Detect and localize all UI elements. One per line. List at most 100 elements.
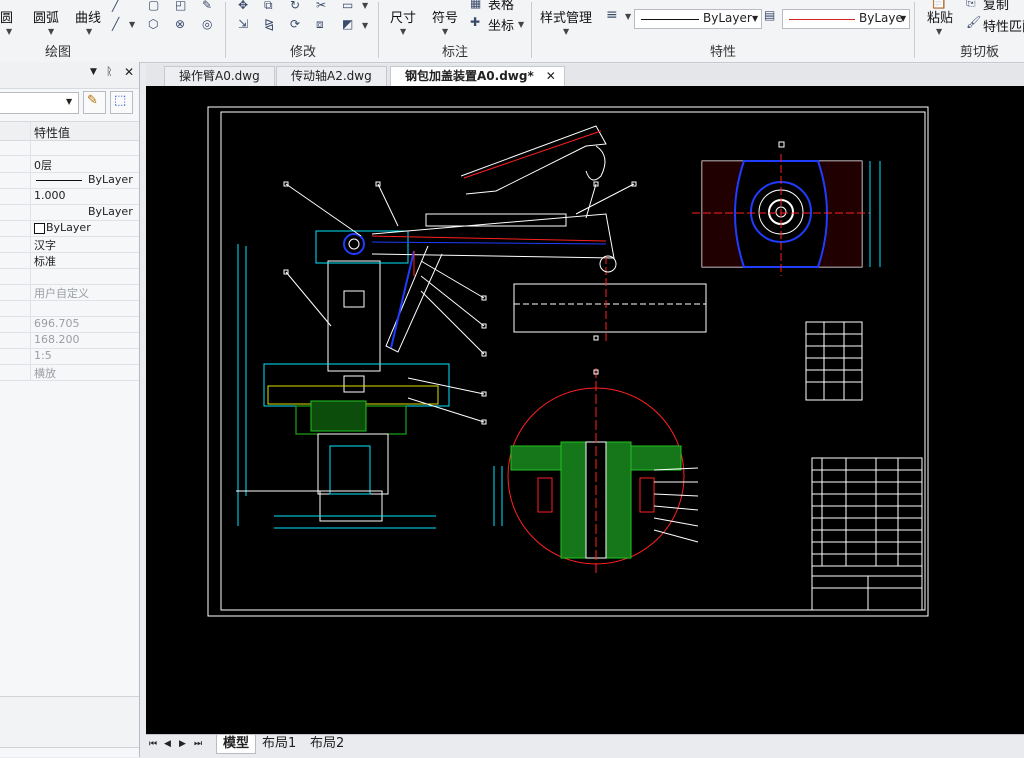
chevron-down-icon[interactable]: ▼ <box>129 20 135 29</box>
select-objects-icon: ⬚ <box>114 93 127 108</box>
chevron-down-icon[interactable]: ▼ <box>400 27 406 36</box>
table-button[interactable]: 表格 <box>488 0 514 13</box>
width-value: 696.705 <box>34 317 80 330</box>
chevron-down-icon[interactable]: ▼ <box>66 97 72 106</box>
rectangle-icon[interactable]: ▢ <box>148 0 159 12</box>
property-row[interactable] <box>0 268 139 285</box>
stretch-icon[interactable]: ⇲ <box>238 17 248 31</box>
hatch-icon[interactable]: ◰ <box>175 0 186 12</box>
chevron-down-icon[interactable]: ▼ <box>6 27 12 36</box>
document-tabs: 操作臂A0.dwg 传动轴A2.dwg 钢包加盖装置A0.dwg* ✕ <box>146 64 1024 86</box>
close-tab-icon[interactable]: ✕ <box>546 67 556 86</box>
chevron-down-icon[interactable]: ▼ <box>518 20 524 29</box>
curve-button[interactable]: 曲线 <box>75 7 101 26</box>
tab-ladle-cover[interactable]: 钢包加盖装置A0.dwg* ✕ <box>390 66 565 86</box>
copy-button[interactable]: 复制 <box>983 0 1009 13</box>
linetype-manager-icon[interactable]: ▤ <box>764 8 775 22</box>
circle-button[interactable]: 圆 <box>0 7 13 26</box>
next-layout-icon[interactable]: ▶ <box>179 735 186 753</box>
drawing-canvas[interactable] <box>146 86 1024 734</box>
property-row[interactable]: 168.200 <box>0 332 139 349</box>
property-row[interactable]: ByLayer <box>0 172 139 189</box>
property-row[interactable]: 横放 <box>0 364 139 381</box>
erase-icon[interactable]: ▭ <box>342 0 353 12</box>
rotate-icon[interactable]: ⟳ <box>290 17 300 31</box>
mirror-icon[interactable]: ⧎ <box>264 17 274 31</box>
linetype-scale-value: 1.000 <box>34 189 66 202</box>
orientation-value: 横放 <box>34 367 56 380</box>
panel-spacer-row <box>0 140 139 156</box>
color-select[interactable]: ByLaye ▼ <box>782 9 910 29</box>
chevron-down-icon[interactable]: ▼ <box>48 27 54 36</box>
property-row[interactable]: ByLayer <box>0 220 139 237</box>
chevron-down-icon[interactable]: ▼ <box>936 27 942 36</box>
property-row[interactable]: 0层 <box>0 156 139 173</box>
property-row[interactable]: 696.705 <box>0 316 139 333</box>
property-row[interactable]: 用户自定义 <box>0 284 139 301</box>
chevron-down-icon[interactable]: ▼ <box>625 12 631 21</box>
pen-icon[interactable]: ✎ <box>202 0 212 12</box>
shapes-icon[interactable]: ⊗ <box>175 17 185 31</box>
match-properties-button[interactable]: 特性匹配 <box>983 16 1024 35</box>
explode-icon[interactable]: ◩ <box>342 17 353 31</box>
paper-size-value: 用户自定义 <box>34 287 89 300</box>
paste-button[interactable]: 粘贴 <box>927 7 953 26</box>
match-properties-icon[interactable]: 🖌 <box>966 15 981 29</box>
tab-layout2[interactable]: 布局2 <box>310 735 344 753</box>
coordinate-icon[interactable]: ✚ <box>470 15 480 29</box>
rotate-icon[interactable]: ↻ <box>290 0 300 12</box>
last-layout-icon[interactable]: ⏭ <box>194 735 202 753</box>
table-icon[interactable]: ▦ <box>470 0 481 10</box>
arc-button[interactable]: 圆弧 <box>33 7 59 26</box>
region-icon[interactable]: ⬡ <box>148 17 158 31</box>
linetype-select[interactable]: ByLayer ▼ <box>634 9 762 29</box>
tab-drive-shaft[interactable]: 传动轴A2.dwg <box>276 66 387 86</box>
property-row[interactable]: 1:5 <box>0 348 139 365</box>
offset-icon[interactable]: ⧈ <box>316 17 324 32</box>
height-value: 168.200 <box>34 333 80 346</box>
select-filter-icon: ✎ <box>87 93 98 108</box>
trim-icon[interactable]: ✂ <box>316 0 326 12</box>
first-layout-icon[interactable]: ⏮ <box>149 735 157 753</box>
top-view <box>692 141 881 276</box>
lineweight-icon[interactable]: ≡ <box>606 7 618 23</box>
chevron-down-icon[interactable]: ▼ <box>362 21 368 30</box>
symbol-button[interactable]: 符号 <box>432 7 458 26</box>
property-row[interactable]: 1.000 <box>0 188 139 205</box>
property-row[interactable]: 标准 <box>0 252 139 269</box>
object-select[interactable]: ▼ <box>0 92 79 114</box>
property-row[interactable]: 汉字 <box>0 236 139 253</box>
annotate-group-label: 标注 <box>442 45 469 60</box>
tab-operation-arm[interactable]: 操作臂A0.dwg <box>164 66 275 86</box>
chevron-down-icon[interactable]: ▼ <box>442 27 448 36</box>
chevron-down-icon[interactable]: ▼ <box>86 27 92 36</box>
coordinate-button[interactable]: 坐标 <box>488 15 514 34</box>
property-row[interactable]: ByLayer <box>0 204 139 221</box>
prev-layout-icon[interactable]: ◀ <box>164 735 171 753</box>
style-manager-button[interactable]: 样式管理 <box>540 7 592 26</box>
scale-value: 1:5 <box>34 349 52 362</box>
title-block <box>811 457 923 611</box>
tab-model[interactable]: 模型 <box>216 735 257 754</box>
pin-icon[interactable]: ᚱ <box>106 65 113 78</box>
chevron-down-icon[interactable]: ▼ <box>563 27 569 36</box>
select-objects-button[interactable]: ⬚ <box>110 91 133 114</box>
polyline-icon[interactable]: ╱ <box>112 17 119 31</box>
copy-object-icon[interactable]: ⧉ <box>264 0 273 13</box>
quick-select-button[interactable]: ✎ <box>83 91 106 114</box>
close-icon[interactable]: ✕ <box>124 65 134 79</box>
dimension-button[interactable]: 尺寸 <box>390 7 416 26</box>
panel-header-row: 特性值 <box>0 121 139 141</box>
move-icon[interactable]: ✥ <box>238 0 248 12</box>
copy-icon[interactable]: ⎘ <box>966 0 976 10</box>
chevron-down-icon[interactable]: ▼ <box>362 1 368 10</box>
modify-group-label: 修改 <box>290 45 317 60</box>
font-value: 汉字 <box>34 239 56 252</box>
property-value-header: 特性值 <box>34 126 71 140</box>
boundary-icon[interactable]: ◎ <box>202 17 212 31</box>
line-icon[interactable]: ╱ <box>112 0 119 12</box>
style-value: 标准 <box>34 255 56 268</box>
tab-layout1[interactable]: 布局1 <box>262 735 296 753</box>
property-row[interactable] <box>0 300 139 317</box>
chevron-down-icon[interactable]: ▼ <box>90 67 97 77</box>
